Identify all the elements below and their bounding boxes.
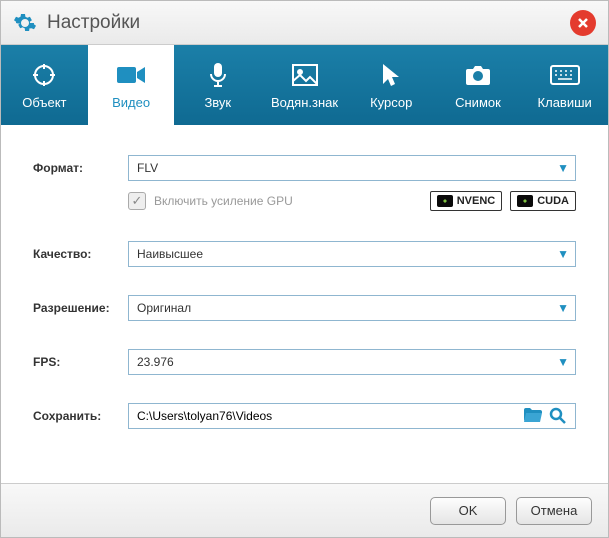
keyboard-icon	[550, 61, 580, 89]
tab-snapshot[interactable]: Снимок	[435, 45, 522, 125]
fps-select[interactable]: 23.976 ▼	[128, 349, 576, 375]
settings-window: Настройки Объект Видео Звук	[0, 0, 609, 538]
chevron-down-icon: ▼	[557, 355, 569, 369]
nvenc-badge: NVENC	[430, 191, 503, 211]
footer: OK Отмена	[1, 483, 608, 537]
search-icon[interactable]	[549, 407, 567, 425]
nvidia-eye-icon	[437, 195, 453, 207]
tab-audio[interactable]: Звук	[174, 45, 261, 125]
chevron-down-icon: ▼	[557, 161, 569, 175]
tab-video[interactable]: Видео	[88, 45, 175, 125]
window-title: Настройки	[47, 12, 570, 34]
format-label: Формат:	[33, 161, 128, 175]
nvidia-eye-icon	[517, 195, 533, 207]
quality-select[interactable]: Наивысшее ▼	[128, 241, 576, 267]
ok-button[interactable]: OK	[430, 497, 506, 525]
microphone-icon	[208, 61, 228, 89]
cuda-badge: CUDA	[510, 191, 576, 211]
cancel-button[interactable]: Отмена	[516, 497, 592, 525]
fps-label: FPS:	[33, 355, 128, 369]
tab-bar: Объект Видео Звук Водян.знак Курсор	[1, 45, 608, 125]
chevron-down-icon: ▼	[557, 247, 569, 261]
gear-icon	[13, 11, 37, 35]
gpu-checkbox[interactable]: ✓	[128, 192, 146, 210]
tab-cursor[interactable]: Курсор	[348, 45, 435, 125]
save-path-input[interactable]	[137, 409, 523, 423]
tab-object[interactable]: Объект	[1, 45, 88, 125]
watermark-icon	[292, 61, 318, 89]
content-panel: Формат: FLV ▼ ✓ Включить усиление GPU NV…	[1, 125, 608, 483]
cursor-icon	[381, 61, 401, 89]
tab-hotkeys[interactable]: Клавиши	[521, 45, 608, 125]
resolution-label: Разрешение:	[33, 301, 128, 315]
target-icon	[31, 61, 57, 89]
close-button[interactable]	[570, 10, 596, 36]
format-select[interactable]: FLV ▼	[128, 155, 576, 181]
camera-icon	[116, 61, 146, 89]
titlebar: Настройки	[1, 1, 608, 45]
chevron-down-icon: ▼	[557, 301, 569, 315]
quality-label: Качество:	[33, 247, 128, 261]
photo-camera-icon	[464, 61, 492, 89]
gpu-label: Включить усиление GPU	[154, 194, 422, 208]
folder-open-icon[interactable]	[523, 407, 543, 425]
save-path-field[interactable]	[128, 403, 576, 429]
tab-watermark[interactable]: Водян.знак	[261, 45, 348, 125]
save-label: Сохранить:	[33, 409, 128, 423]
resolution-select[interactable]: Оригинал ▼	[128, 295, 576, 321]
